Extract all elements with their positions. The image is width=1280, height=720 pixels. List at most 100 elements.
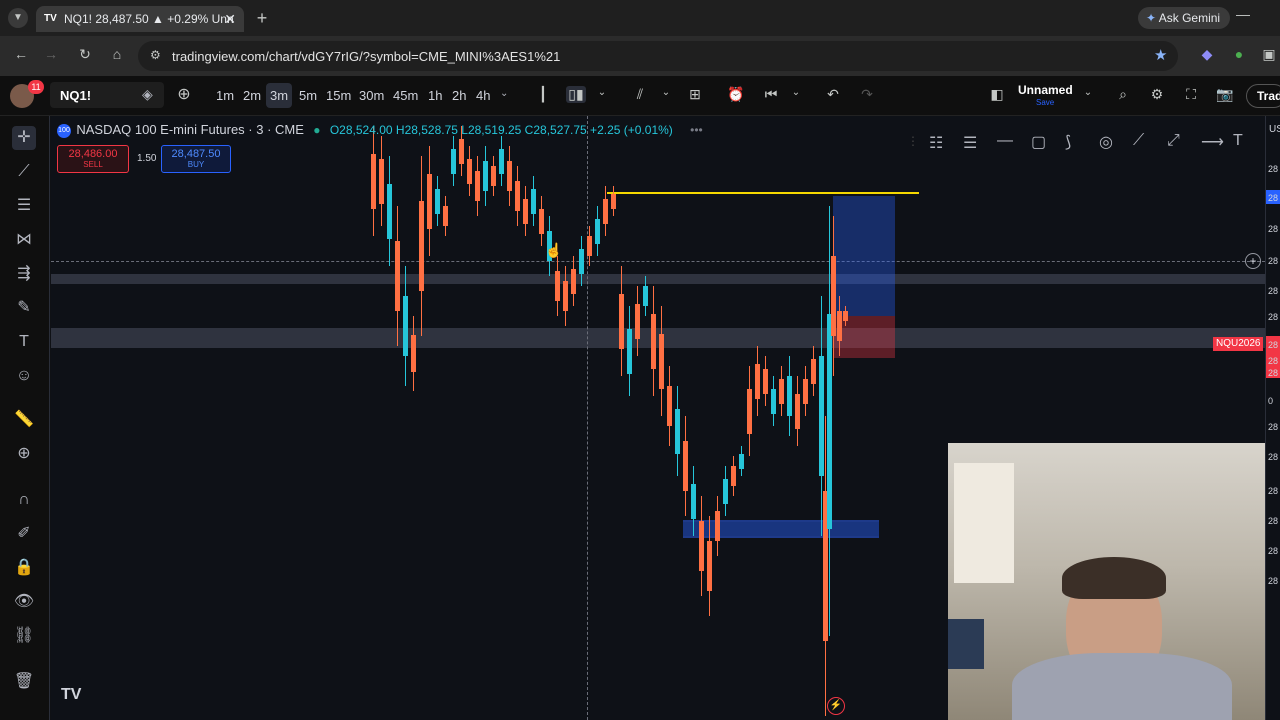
sell-button[interactable]: 28,486.00 SELL	[57, 145, 129, 173]
chart-legend: 100 NASDAQ 100 E-mini Futures · 3 · CME …	[57, 122, 703, 138]
url-field[interactable]: ⚙ tradingview.com/chart/vdGY7rIG/?symbol…	[138, 41, 1178, 71]
axis-tick-label: 28	[1268, 224, 1279, 234]
prediction-icon[interactable]: ⇶	[12, 262, 36, 286]
ray-icon[interactable]: ⟋	[1133, 132, 1144, 150]
legend-title[interactable]: NASDAQ 100 E-mini Futures · 3 · CME	[76, 122, 304, 137]
extension-icon-2[interactable]: ●	[1230, 46, 1248, 62]
interval-15m[interactable]: 15m	[326, 88, 351, 103]
axis-tick-label: 28	[1268, 312, 1279, 322]
settings-gear-icon[interactable]: ⚙	[1148, 86, 1166, 103]
zoom-in-icon[interactable]: ⊕	[12, 442, 36, 466]
layout-split-icon[interactable]: ◧	[988, 86, 1006, 103]
webcam-door	[954, 463, 1014, 583]
symbol-search[interactable]: NQ1! ◈	[50, 82, 164, 108]
line-settings-icon[interactable]: ☷	[929, 133, 943, 153]
quick-search-icon[interactable]: ⌕	[1114, 86, 1132, 103]
candle-body	[467, 158, 472, 184]
candle-body	[387, 183, 392, 239]
tab-list-chevron-icon[interactable]: ▼	[8, 8, 28, 28]
text-note-icon[interactable]: T	[1233, 132, 1243, 150]
rectangle-icon[interactable]: ▢	[1031, 132, 1046, 152]
undo-icon[interactable]: ↶	[824, 86, 842, 103]
back-icon[interactable]: ←	[12, 46, 30, 62]
home-icon[interactable]: ⌂	[108, 46, 126, 62]
interval-2m[interactable]: 2m	[243, 88, 261, 103]
compare-icon[interactable]: ◈	[142, 86, 153, 103]
browser-tab[interactable]: TV NQ1! 28,487.50 ▲ +0.29% Unn ✕	[36, 6, 244, 32]
replay-dropdown-icon[interactable]: ⌄	[790, 87, 802, 98]
close-tab-icon[interactable]: ✕	[224, 6, 236, 32]
link-icon[interactable]: ⛓	[12, 624, 36, 648]
fib-retracement-icon[interactable]: ☰	[12, 194, 36, 218]
eye-icon[interactable]: 👁	[12, 590, 36, 614]
pattern-icon[interactable]: ⋈	[12, 228, 36, 252]
axis-tick-label: 0	[1268, 396, 1274, 406]
path-icon[interactable]: ⟆	[1065, 132, 1071, 152]
crosshair-icon[interactable]: ✛	[12, 126, 36, 150]
chart-pane[interactable]: 100 NASDAQ 100 E-mini Futures · 3 · CME …	[51, 116, 1265, 720]
extended-line-icon[interactable]: ⤢	[1167, 132, 1180, 150]
brush-icon[interactable]: ✎	[12, 296, 36, 320]
candles-chart-type-icon[interactable]: ▯▮	[566, 86, 586, 103]
interval-5m[interactable]: 5m	[299, 88, 317, 103]
axis-tick-label: 28	[1268, 164, 1279, 174]
candle-body	[763, 368, 768, 394]
magnet-icon[interactable]: ∩	[12, 488, 36, 512]
camera-icon[interactable]: 📷	[1216, 86, 1234, 103]
bookmark-star-icon[interactable]: ★	[1154, 46, 1167, 64]
chart-type-dropdown-icon[interactable]: ⌄	[596, 87, 608, 98]
drag-handle-icon[interactable]: ⋮	[907, 134, 919, 148]
trash-icon[interactable]: 🗑	[12, 670, 36, 694]
parallel-channel-icon[interactable]: ☰	[963, 133, 977, 153]
circle-icon[interactable]: ◎	[1099, 132, 1113, 152]
interval-2h[interactable]: 2h	[452, 88, 466, 103]
layouts-icon[interactable]: ⊞	[686, 86, 704, 103]
extension-icon[interactable]: ◆	[1198, 46, 1216, 63]
stay-drawing-icon[interactable]: ✐	[12, 522, 36, 546]
interval-4h[interactable]: 4h	[476, 88, 490, 103]
interval-3m[interactable]: 3m	[266, 83, 293, 108]
tradingview-logo[interactable]: TV	[61, 686, 81, 704]
interval-1h[interactable]: 1h	[428, 88, 442, 103]
add-symbol-icon[interactable]: ⊕	[174, 86, 194, 104]
indicators-icon[interactable]: ⫽	[630, 86, 650, 103]
legend-more-icon[interactable]: •••	[690, 123, 703, 137]
symbol-text: NQ1!	[60, 88, 92, 103]
candle-body	[779, 378, 784, 404]
lock-icon[interactable]: 🔒	[12, 556, 36, 580]
trend-line-icon[interactable]: ⟋	[12, 160, 36, 184]
redo-icon[interactable]: ↷	[858, 86, 876, 103]
notification-badge: 11	[28, 80, 44, 94]
add-alert-plus-icon[interactable]: +	[1245, 253, 1261, 269]
emoji-icon[interactable]: ☺	[12, 364, 36, 388]
replay-icon[interactable]: ⏮	[762, 86, 780, 103]
puzzle-extensions-icon[interactable]: ▣	[1260, 46, 1278, 63]
forward-icon[interactable]: →	[42, 46, 60, 62]
bar-chart-type-icon[interactable]: ┃	[534, 86, 552, 103]
horizontal-line-icon[interactable]: —	[997, 132, 1013, 150]
layout-name[interactable]: Unnamed Save	[1018, 80, 1078, 112]
price-axis[interactable]: US 28 28 28 28 28 28 28 28 28 0 28 28 28 28 28 28	[1265, 116, 1280, 720]
candle-body	[459, 138, 464, 164]
buy-button[interactable]: 28,487.50 BUY	[161, 145, 231, 173]
indicators-dropdown-icon[interactable]: ⌄	[660, 87, 672, 98]
interval-30m[interactable]: 30m	[359, 88, 384, 103]
fullscreen-icon[interactable]: ⛶	[1182, 86, 1200, 103]
text-tool-icon[interactable]: T	[12, 330, 36, 354]
ruler-icon[interactable]: 📏	[12, 408, 36, 432]
candle-body	[587, 236, 592, 256]
arrow-line-icon[interactable]: ⟶	[1201, 132, 1224, 152]
interval-45m[interactable]: 45m	[393, 88, 418, 103]
site-info-icon[interactable]: ⚙	[150, 48, 161, 62]
reload-icon[interactable]: ↻	[76, 46, 94, 63]
lightning-icon[interactable]: ⚡	[827, 697, 845, 715]
layout-dropdown-icon[interactable]: ⌄	[1082, 87, 1094, 98]
interval-1m[interactable]: 1m	[216, 88, 234, 103]
axis-tick-label: 28	[1268, 546, 1279, 556]
alert-icon[interactable]: ⏰	[726, 86, 746, 103]
ask-gemini-button[interactable]: ✦ Ask Gemini	[1138, 7, 1230, 29]
trade-button[interactable]: Trad	[1246, 84, 1280, 108]
interval-dropdown-icon[interactable]: ⌄	[500, 88, 508, 99]
new-tab-icon[interactable]: +	[252, 8, 272, 28]
minimize-icon[interactable]: —	[1236, 6, 1250, 22]
